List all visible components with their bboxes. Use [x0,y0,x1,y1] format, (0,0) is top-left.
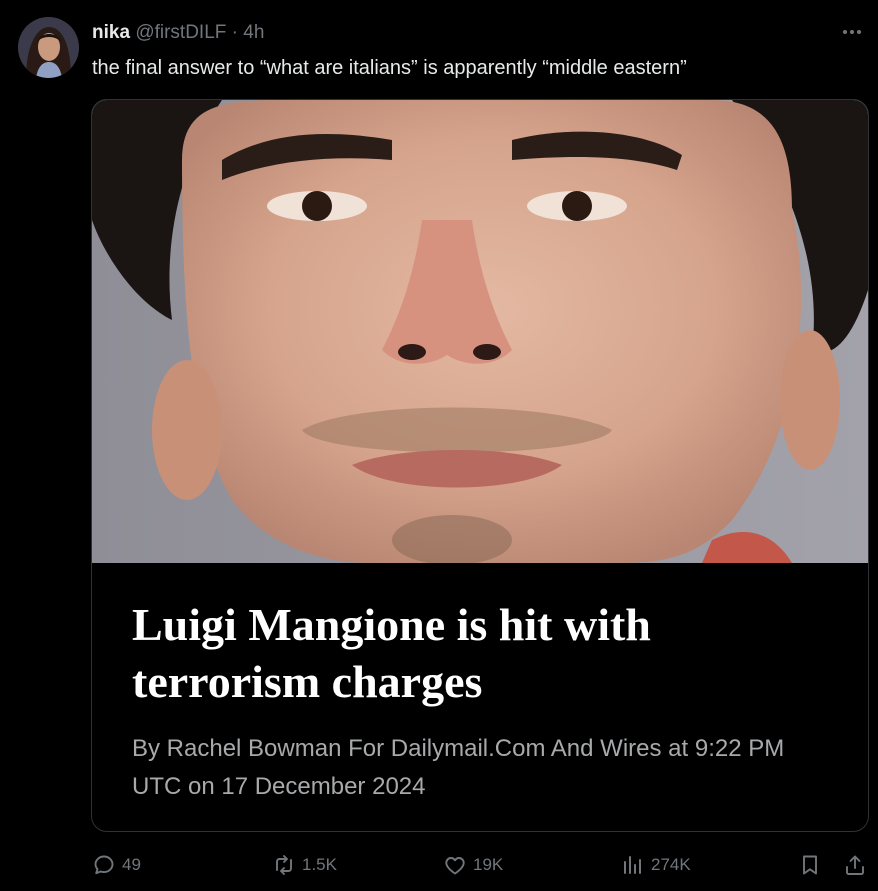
card-headline: Luigi Mangione is hit with terrorism cha… [132,599,651,707]
repost-icon [276,855,292,875]
views-count: 274K [651,855,691,874]
card-byline: By Rachel Bowman For Dailymail.Com And W… [132,735,785,800]
reply-count: 49 [122,855,141,874]
share-button[interactable] [843,848,873,882]
tweet-header: nika @firstDILF · 4h [92,22,264,44]
avatar-image [18,17,79,78]
repost-count: 1.5K [302,855,337,874]
like-count: 19K [473,855,504,874]
reply-icon [94,855,114,875]
link-card[interactable]: Luigi Mangione is hit with terrorism cha… [91,99,869,832]
bookmark-button[interactable] [798,848,828,882]
author-handle[interactable]: @firstDILF [135,22,226,43]
author-name[interactable]: nika [92,22,130,43]
heart-icon [445,857,465,875]
separator-dot: · [231,22,238,43]
bookmark-icon [803,855,817,875]
tweet[interactable]: nika @firstDILF · 4h the final answer to… [0,0,878,891]
tweet-time[interactable]: 4h [243,22,264,43]
more-icon[interactable] [840,24,864,40]
views-button[interactable]: 274K [621,848,691,882]
tweet-actions: 49 1.5K 19K 274K [0,848,878,882]
card-image [92,100,868,563]
reply-button[interactable]: 49 [92,848,141,882]
repost-button[interactable]: 1.5K [272,848,337,882]
avatar[interactable] [18,17,79,78]
like-button[interactable]: 19K [443,848,503,882]
views-icon [624,856,641,874]
tweet-text: the final answer to “what are italians” … [92,57,687,79]
share-icon [846,855,864,875]
